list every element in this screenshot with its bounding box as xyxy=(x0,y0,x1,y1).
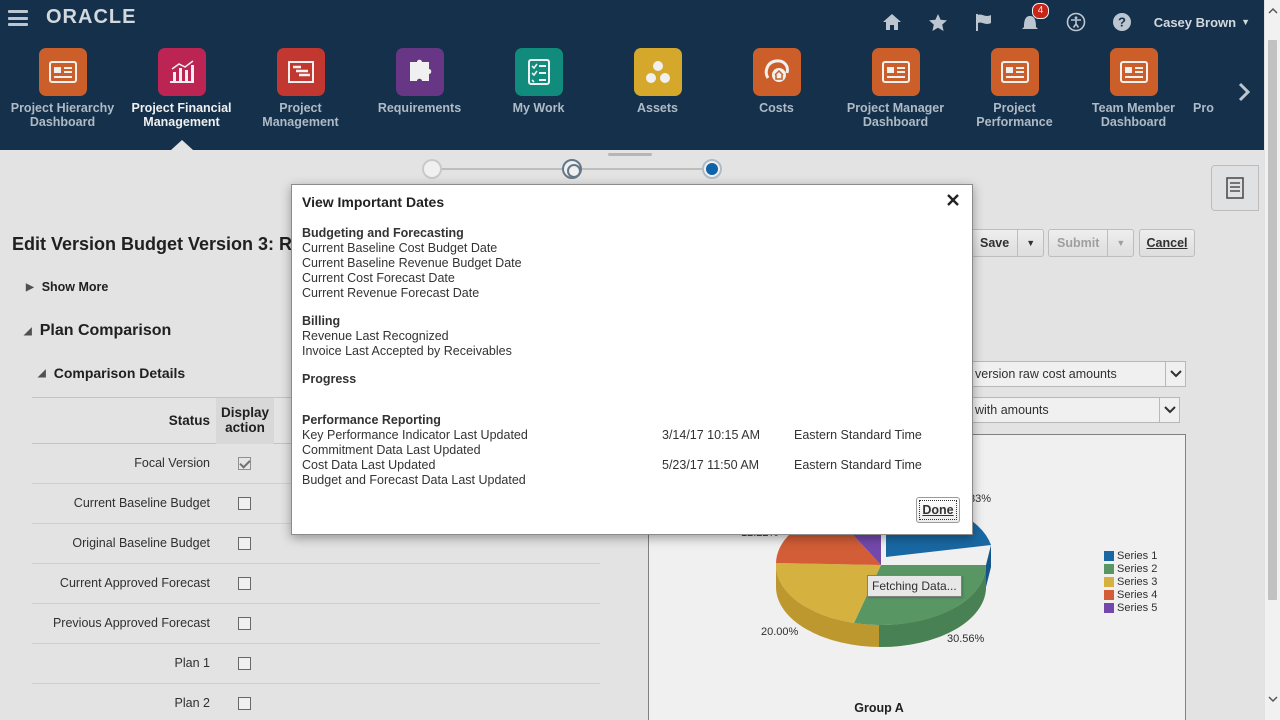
important-dates-dialog: View Important Dates Budgeting and Forec… xyxy=(291,184,973,535)
dialog-title: View Important Dates xyxy=(302,194,445,210)
date-value: 5/23/17 11:50 AM xyxy=(662,458,760,472)
date-row: Commitment Data Last Updated xyxy=(302,443,481,457)
scroll-down-icon[interactable] xyxy=(1268,692,1278,703)
date-value: 3/14/17 10:15 AM xyxy=(662,428,760,442)
timezone-value: Eastern Standard Time xyxy=(794,428,922,442)
date-row: Current Baseline Cost Budget Date xyxy=(302,241,498,255)
close-icon[interactable] xyxy=(946,193,960,207)
dialog-body: Budgeting and Forecasting Current Baseli… xyxy=(302,226,962,488)
date-row: Current Baseline Revenue Budget Date xyxy=(302,256,522,270)
date-row: Key Performance Indicator Last Updated 3… xyxy=(302,428,922,442)
scrollbar-thumb[interactable] xyxy=(1268,40,1277,600)
date-row: Budget and Forecast Data Last Updated xyxy=(302,473,526,487)
done-button[interactable]: Done xyxy=(916,497,960,523)
section-title: Progress xyxy=(302,372,357,386)
page-scrollbar[interactable] xyxy=(1264,0,1280,720)
date-row: Invoice Last Accepted by Receivables xyxy=(302,344,512,358)
date-row: Cost Data Last Updated 5/23/17 11:50 AM … xyxy=(302,458,922,472)
section-title: Billing xyxy=(302,314,341,328)
date-row: Current Cost Forecast Date xyxy=(302,271,455,285)
timezone-value: Eastern Standard Time xyxy=(794,458,922,472)
section-title: Performance Reporting xyxy=(302,413,441,427)
scroll-up-icon[interactable] xyxy=(1268,4,1278,14)
section-title: Budgeting and Forecasting xyxy=(302,226,464,240)
date-row: Revenue Last Recognized xyxy=(302,329,449,343)
date-row: Current Revenue Forecast Date xyxy=(302,286,480,300)
